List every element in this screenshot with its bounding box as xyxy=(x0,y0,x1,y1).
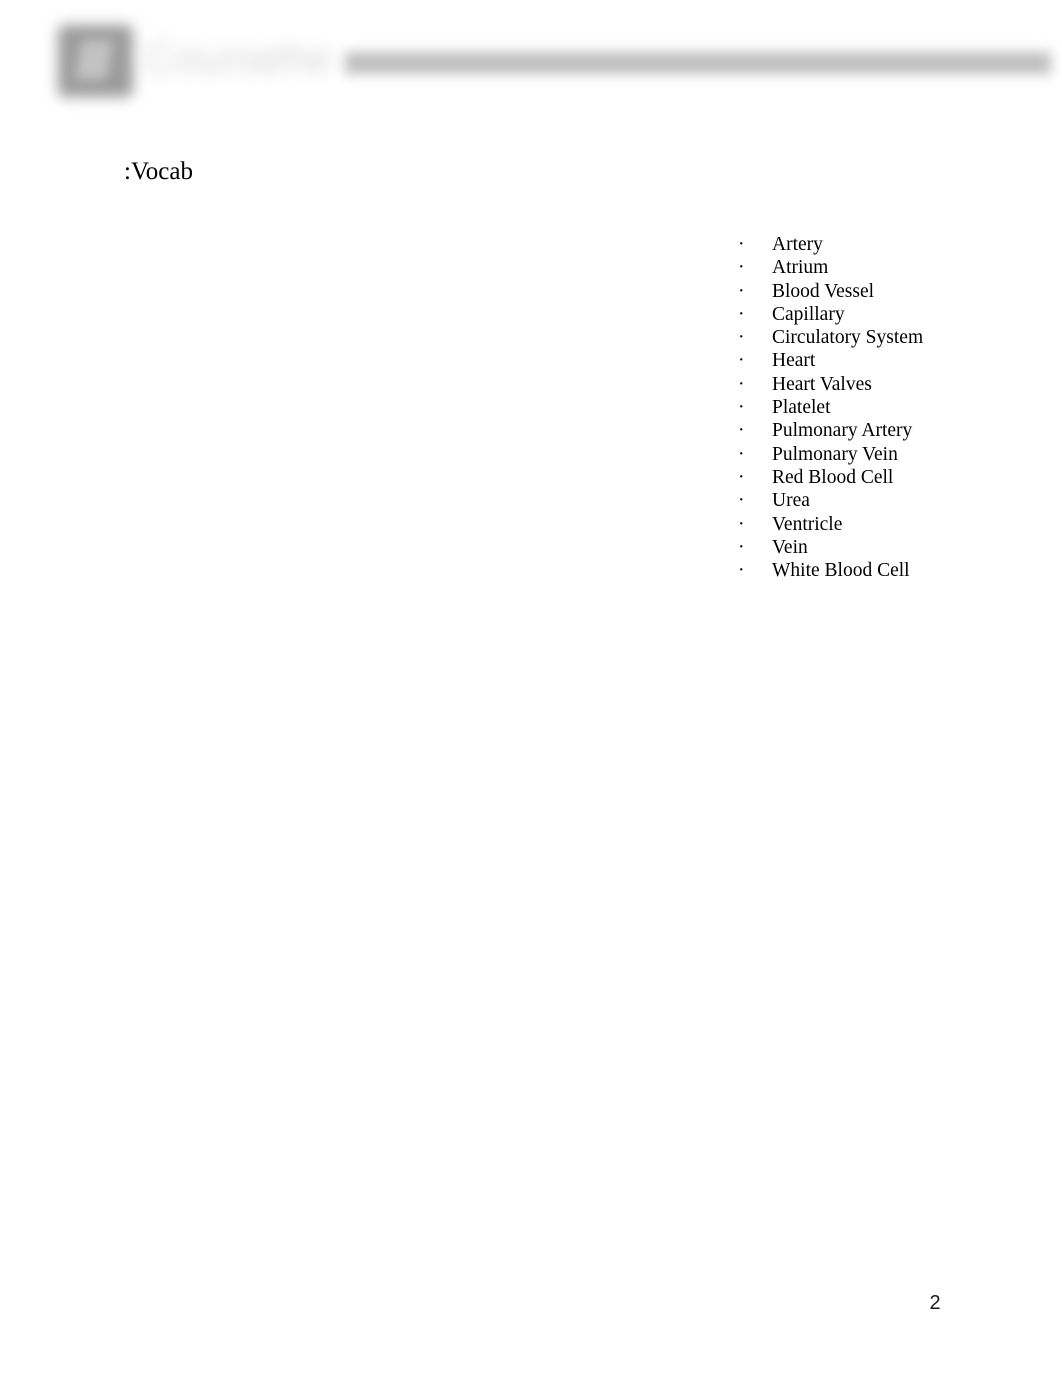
list-item: · White Blood Cell xyxy=(738,559,923,582)
vocab-term: Platelet xyxy=(772,397,831,419)
list-item: · Circulatory System xyxy=(738,326,923,349)
page-number: 2 xyxy=(929,1292,941,1314)
list-item: · Vein xyxy=(738,536,923,559)
list-item: · Atrium xyxy=(738,256,923,279)
vocab-term: Atrium xyxy=(772,257,829,279)
list-item: · Artery xyxy=(738,233,923,256)
bullet-icon: · xyxy=(738,303,745,325)
list-item: · Capillary xyxy=(738,303,923,326)
vocab-term: Heart Valves xyxy=(772,373,872,395)
bullet-icon: · xyxy=(738,234,745,255)
list-item: · Blood Vessel xyxy=(738,280,923,303)
bullet-icon: · xyxy=(738,490,745,512)
list-item: · Heart Valves xyxy=(738,373,923,396)
bullet-icon: · xyxy=(738,420,745,442)
vocab-term: White Blood Cell xyxy=(772,560,910,582)
vocab-term: Pulmonary Vein xyxy=(772,443,898,465)
vocab-term: Ventricle xyxy=(772,513,843,535)
vocab-term: Pulmonary Artery xyxy=(772,420,913,442)
list-item: · Pulmonary Artery xyxy=(738,419,923,442)
vocab-term: Blood Vessel xyxy=(772,280,875,302)
bullet-icon: · xyxy=(738,397,745,419)
page-title: :Vocab xyxy=(124,158,193,185)
list-item: · Platelet xyxy=(738,396,923,419)
bullet-icon: · xyxy=(738,350,745,372)
document-page: Coursehero :Vocab · Artery · Atrium · Blood… xyxy=(0,0,1062,1376)
bullet-icon: · xyxy=(738,513,745,535)
vocab-term: Urea xyxy=(772,490,810,512)
vocab-term: Circulatory System xyxy=(772,327,924,349)
vocab-term: Heart xyxy=(772,350,816,372)
header-divider-bar xyxy=(345,52,1051,74)
vocab-term: Red Blood Cell xyxy=(772,466,894,488)
list-item: · Ventricle xyxy=(738,513,923,536)
bullet-icon: · xyxy=(738,536,745,558)
document-footer: 2 xyxy=(0,1275,1062,1376)
bullet-icon: · xyxy=(738,280,745,302)
vocab-term: Artery xyxy=(772,234,823,255)
vocab-term: Capillary xyxy=(772,303,845,325)
bullet-icon: · xyxy=(738,373,745,395)
list-item: · Heart xyxy=(738,349,923,372)
bullet-icon: · xyxy=(738,443,745,465)
bullet-icon: · xyxy=(738,327,745,349)
vocab-term-list: · Artery · Atrium · Blood Vessel · Capillary… xyxy=(738,233,923,582)
list-item: · Urea xyxy=(738,489,923,512)
document-header: Coursehero xyxy=(0,0,1062,125)
document-logo-inner-glyph-icon xyxy=(74,40,114,80)
list-item: · Pulmonary Vein xyxy=(738,443,923,466)
document-body: :Vocab · Artery · Atrium · Blood Vessel · Ca… xyxy=(0,125,1062,1275)
vocab-term: Vein xyxy=(772,536,808,558)
list-item: · Red Blood Cell xyxy=(738,466,923,489)
bullet-icon: · xyxy=(738,560,745,582)
bullet-icon: · xyxy=(738,466,745,488)
bullet-icon: · xyxy=(738,257,745,279)
header-wordmark: Coursehero xyxy=(146,36,328,80)
